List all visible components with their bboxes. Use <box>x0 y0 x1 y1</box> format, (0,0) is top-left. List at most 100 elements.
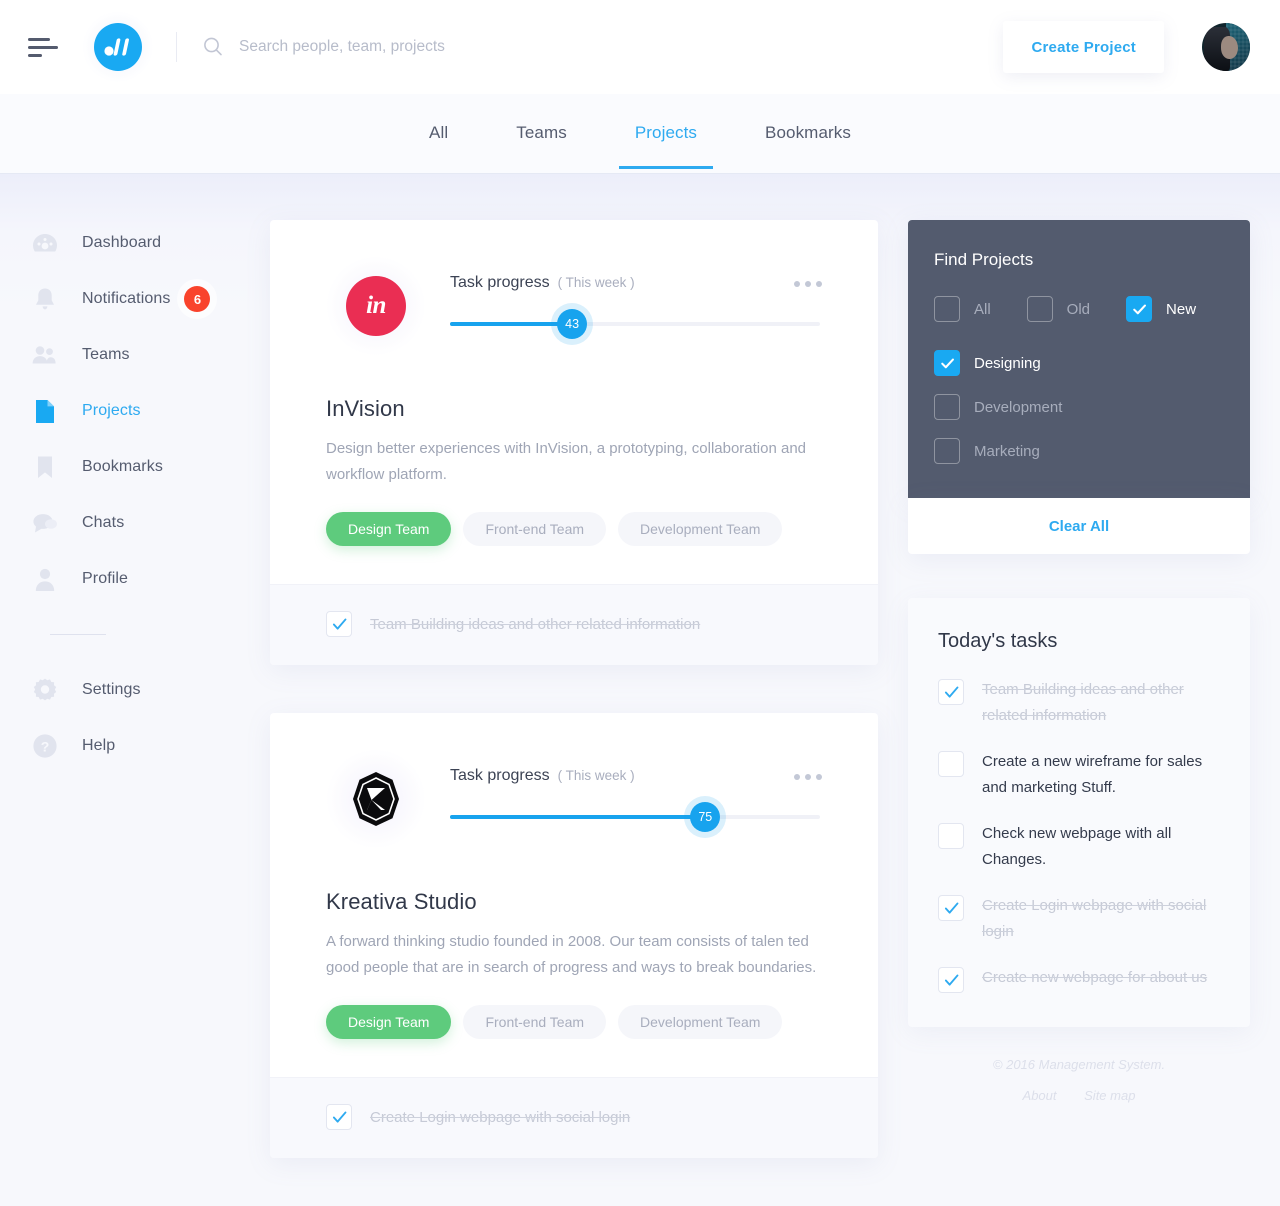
sidebar-item-chats[interactable]: Chats <box>0 495 270 551</box>
filter-marketing-checkbox[interactable] <box>934 438 960 464</box>
progress-slider-fill <box>450 815 706 819</box>
progress-slider-knob[interactable]: 75 <box>690 802 721 832</box>
search-icon <box>204 37 222 56</box>
task-item[interactable]: Check new webpage with all Changes. <box>938 821 1220 873</box>
check-icon <box>1132 304 1146 314</box>
sidebar-item-label: Projects <box>82 402 141 419</box>
filter-new-checkbox[interactable] <box>1126 296 1153 322</box>
dot <box>816 281 822 287</box>
task-label: Create Login webpage with social login <box>370 1108 631 1126</box>
task-item[interactable]: Create new webpage for about us <box>938 965 1220 993</box>
project-title: Kreativa Studio <box>326 889 477 914</box>
dot <box>794 774 800 780</box>
team-chip-design[interactable]: Design Team <box>326 1005 452 1039</box>
task-progress-label: Task progress <box>450 274 550 291</box>
tab-teams[interactable]: Teams <box>510 101 573 167</box>
filter-all[interactable]: All <box>934 296 991 322</box>
team-chip-design[interactable]: Design Team <box>326 512 452 546</box>
task-label: Create a new wireframe for sales and mar… <box>982 753 1203 796</box>
filter-label: All <box>974 300 991 318</box>
more-options-icon[interactable] <box>794 277 822 287</box>
task-label: Check new webpage with all Changes. <box>982 825 1172 868</box>
top-header-bar: Create Project <box>0 0 1280 94</box>
team-chip-development[interactable]: Development Team <box>618 1005 783 1039</box>
find-projects-panel: Find Projects All Old New Designing Deve… <box>908 220 1250 498</box>
filter-old-checkbox[interactable] <box>1026 296 1053 322</box>
task-progress-section: Task progress ( This week ) 75 <box>428 747 822 832</box>
filter-new[interactable]: New <box>1126 296 1196 322</box>
task-checkbox[interactable] <box>938 895 964 921</box>
filter-all-checkbox[interactable] <box>934 296 960 322</box>
sidebar-item-notifications[interactable]: Notifications 6 <box>0 271 270 327</box>
tab-all[interactable]: All <box>423 101 454 167</box>
task-checkbox[interactable] <box>938 751 964 777</box>
main-tab-bar: All Teams Projects Bookmarks <box>0 94 1280 173</box>
filter-label: New <box>1166 300 1197 318</box>
app-logo[interactable] <box>82 11 154 83</box>
task-item[interactable]: Create a new wireframe for sales and mar… <box>938 749 1220 801</box>
project-card-footer-task[interactable]: Create Login webpage with social login <box>270 1077 878 1158</box>
hamburger-icon[interactable] <box>28 34 58 60</box>
kreativa-logo-icon <box>346 769 406 829</box>
filter-marketing[interactable]: Marketing <box>934 438 1224 464</box>
check-icon <box>944 685 958 698</box>
filter-old[interactable]: Old <box>1026 296 1091 322</box>
sidebar-item-settings[interactable]: Settings <box>0 662 270 718</box>
task-checkbox[interactable] <box>938 679 964 705</box>
tab-bookmarks[interactable]: Bookmarks <box>759 101 857 167</box>
sidebar-item-label: Help <box>82 737 116 754</box>
age-filter-row: All Old New <box>934 296 1224 322</box>
task-progress-period: ( This week ) <box>557 275 635 290</box>
filter-development-checkbox[interactable] <box>934 394 960 420</box>
progress-slider-track[interactable]: 75 <box>450 802 820 832</box>
category-filter-list: Designing Development Marketing <box>934 350 1224 464</box>
sidebar-item-dashboard[interactable]: Dashboard <box>0 215 270 271</box>
user-avatar[interactable] <box>1202 23 1250 71</box>
sidebar-item-teams[interactable]: Teams <box>0 327 270 383</box>
task-checkbox[interactable] <box>938 823 964 849</box>
sidebar-item-label: Dashboard <box>82 234 162 251</box>
sidebar-divider <box>50 634 106 635</box>
page-content: Dashboard Notifications 6 Teams Projects… <box>0 173 1280 1158</box>
task-item[interactable]: Team Building ideas and other related in… <box>938 677 1220 729</box>
filter-development[interactable]: Development <box>934 394 1224 420</box>
task-checkbox[interactable] <box>938 967 964 993</box>
team-chip-frontend[interactable]: Front-end Team <box>463 1005 607 1039</box>
task-label: Team Building ideas and other related in… <box>370 615 701 633</box>
sidebar-item-help[interactable]: ? Help <box>0 718 270 774</box>
task-item[interactable]: Create Login webpage with social login <box>938 893 1220 945</box>
project-logo-wrapper <box>324 747 428 851</box>
sidebar-item-projects[interactable]: Projects <box>0 383 270 439</box>
sidebar-navigation: Dashboard Notifications 6 Teams Projects… <box>0 173 270 774</box>
footer-link-about[interactable]: About <box>1023 1088 1057 1103</box>
project-card-body: in Task progress ( This week ) 43 InVisi… <box>270 220 878 584</box>
team-chip-frontend[interactable]: Front-end Team <box>463 512 607 546</box>
project-card-footer-task[interactable]: Team Building ideas and other related in… <box>270 584 878 665</box>
footer-link-sitemap[interactable]: Site map <box>1084 1088 1135 1103</box>
gear-icon <box>30 676 60 704</box>
filter-label: Old <box>1066 300 1091 318</box>
project-card[interactable]: in Task progress ( This week ) 43 InVisi… <box>270 220 878 665</box>
sidebar-item-profile[interactable]: Profile <box>0 551 270 607</box>
tab-projects[interactable]: Projects <box>618 101 714 169</box>
progress-slider-track[interactable]: 43 <box>450 309 820 339</box>
progress-slider-knob[interactable]: 43 <box>557 309 588 339</box>
filter-designing-checkbox[interactable] <box>934 350 960 376</box>
project-description: Design better experiences with InVision,… <box>326 440 807 483</box>
clear-all-button[interactable]: Clear All <box>1049 518 1109 535</box>
filter-designing[interactable]: Designing <box>934 350 1224 376</box>
search-input[interactable] <box>239 38 659 56</box>
task-checkbox[interactable] <box>326 1104 352 1130</box>
create-project-button[interactable]: Create Project <box>1003 21 1164 73</box>
avatar-face <box>1221 36 1238 59</box>
search-box[interactable] <box>201 35 1003 59</box>
more-options-icon[interactable] <box>794 770 822 780</box>
project-card[interactable]: Task progress ( This week ) 75 Kreativa … <box>270 713 878 1158</box>
task-checkbox[interactable] <box>326 611 352 637</box>
hamburger-line <box>28 45 58 49</box>
question-icon: ? <box>30 732 60 760</box>
sidebar-item-bookmarks[interactable]: Bookmarks <box>0 439 270 495</box>
sidebar-item-label: Chats <box>82 514 125 531</box>
team-chip-development[interactable]: Development Team <box>618 512 783 546</box>
filter-label: Marketing <box>974 442 1040 460</box>
